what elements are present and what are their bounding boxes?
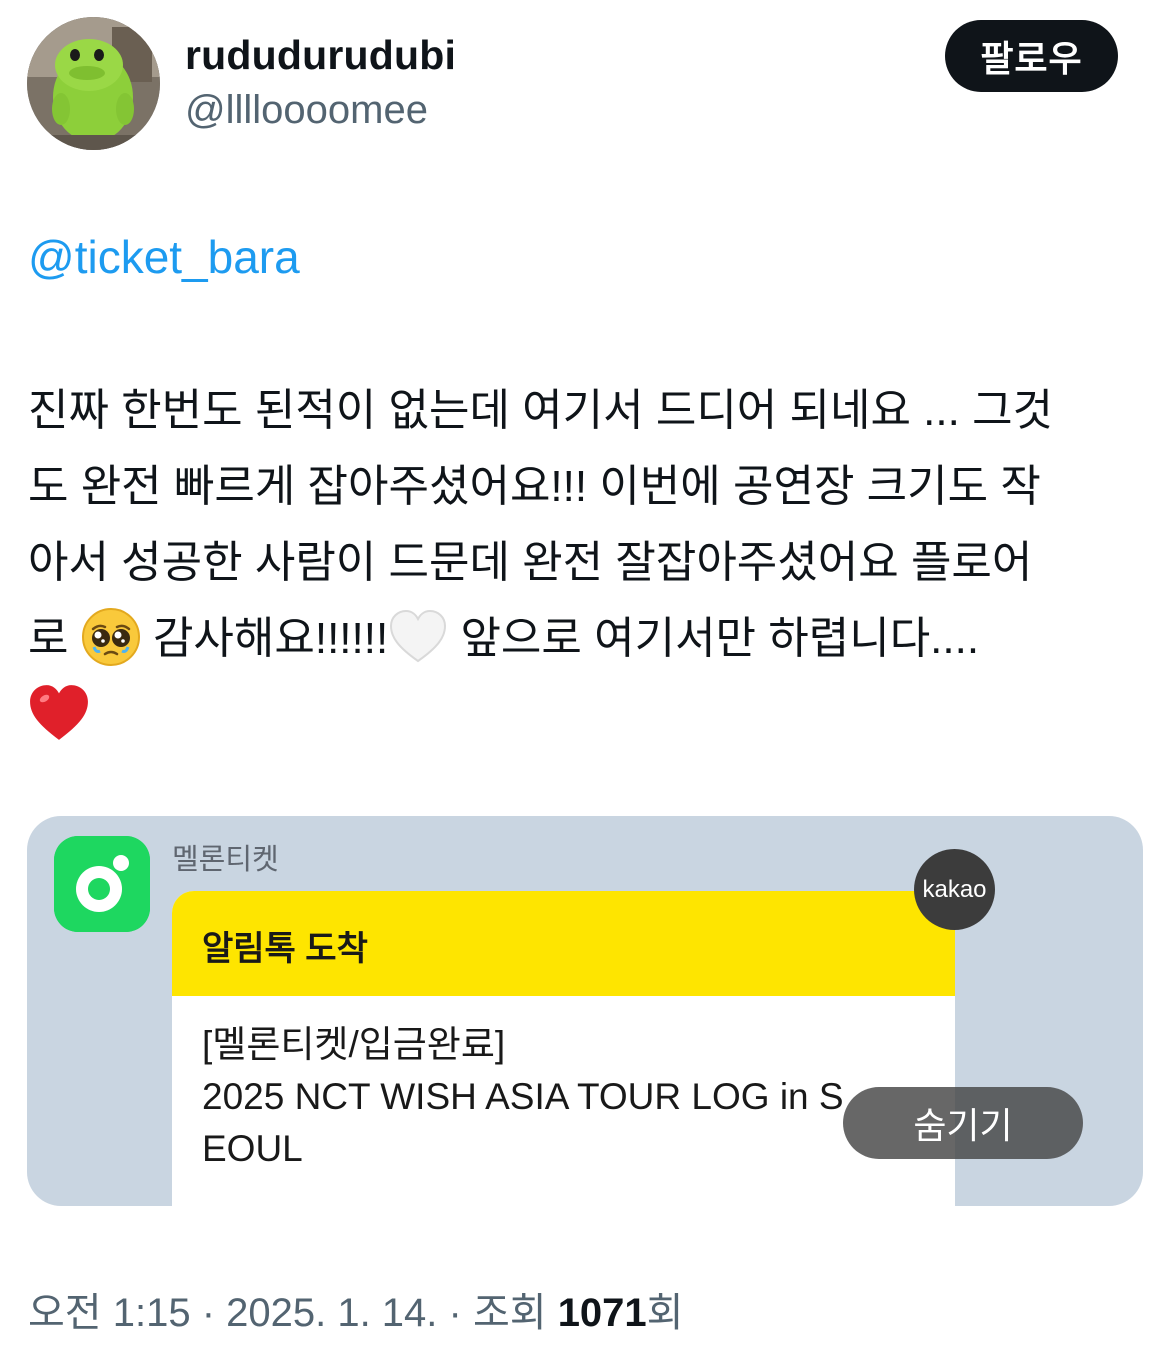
red-heart-emoji-icon (28, 682, 90, 744)
tweet-line-4-mid: 감사해요!!!!!! (140, 614, 389, 663)
message-line-1: [멜론티켓/입금완료] (202, 1024, 506, 1065)
melon-ticket-app-icon (54, 836, 150, 932)
tweet-line-3: 아서 성공한 사람이 드문데 완전 잘잡아주셨어요 플로어 (28, 538, 1033, 587)
message-line-3: EOUL (202, 1128, 303, 1169)
kakao-message-header: 알림톡 도착 (172, 891, 955, 996)
tweet-line-4-start: 로 (28, 614, 81, 663)
tweet-line-4-end: 앞으로 여기서만 하렵니다.... (448, 614, 980, 663)
tweet-time[interactable]: 오전 1:15 (28, 1291, 191, 1335)
green-plush-mascot-avatar-icon (27, 17, 160, 150)
display-name[interactable]: rududurudubi (185, 32, 456, 79)
meta-separator: · (437, 1291, 473, 1335)
white-heart-emoji-icon (388, 607, 448, 667)
tweet-line-1: 진짜 한번도 된적이 없는데 여기서 드디어 되네요 ... 그것 (28, 386, 1054, 435)
sender-name: 멜론티켓 (172, 844, 279, 876)
kakao-badge: kakao (914, 849, 995, 930)
hide-button[interactable]: 숨기기 (843, 1087, 1083, 1159)
tweet-line-5 (28, 677, 1153, 753)
tweet-text: 진짜 한번도 된적이 없는데 여기서 드디어 되네요 ... 그것 도 완전 빠… (28, 373, 1153, 753)
views-count: 1071 (557, 1291, 647, 1335)
views-label: 조회 (472, 1291, 558, 1335)
tweet-line-4: 로 감사해요!!!!!! 앞으로 여기서만 하렵니다.... (28, 601, 1153, 677)
tweet-meta: 오전 1:15 · 2025. 1. 14. · 조회 1071회 (28, 1280, 683, 1338)
pleading-face-emoji-icon (81, 607, 141, 667)
user-handle[interactable]: @lllloooomee (185, 88, 428, 133)
mention-link[interactable]: @ticket_bara (28, 230, 300, 284)
attached-image[interactable]: 멜론티켓 알림톡 도착 [멜론티켓/입금완료] 2025 NCT WISH AS… (27, 816, 1143, 1206)
notification-title: 알림톡 도착 (202, 930, 368, 968)
meta-separator: · (190, 1291, 227, 1335)
follow-button[interactable]: 팔로우 (945, 20, 1118, 92)
kakao-message-body: [멜론티켓/입금완료] 2025 NCT WISH ASIA TOUR LOG … (202, 1019, 844, 1175)
tweet-line-2: 도 완전 빠르게 잡아주셨어요!!! 이번에 공연장 크기도 작 (28, 462, 1041, 511)
message-line-2: 2025 NCT WISH ASIA TOUR LOG in S (202, 1076, 844, 1117)
avatar[interactable] (27, 17, 160, 150)
kakao-alimtalk-message: 알림톡 도착 [멜론티켓/입금완료] 2025 NCT WISH ASIA TO… (172, 891, 955, 1206)
views-suffix: 회 (646, 1291, 684, 1335)
tweet-date[interactable]: 2025. 1. 14. (226, 1291, 437, 1335)
